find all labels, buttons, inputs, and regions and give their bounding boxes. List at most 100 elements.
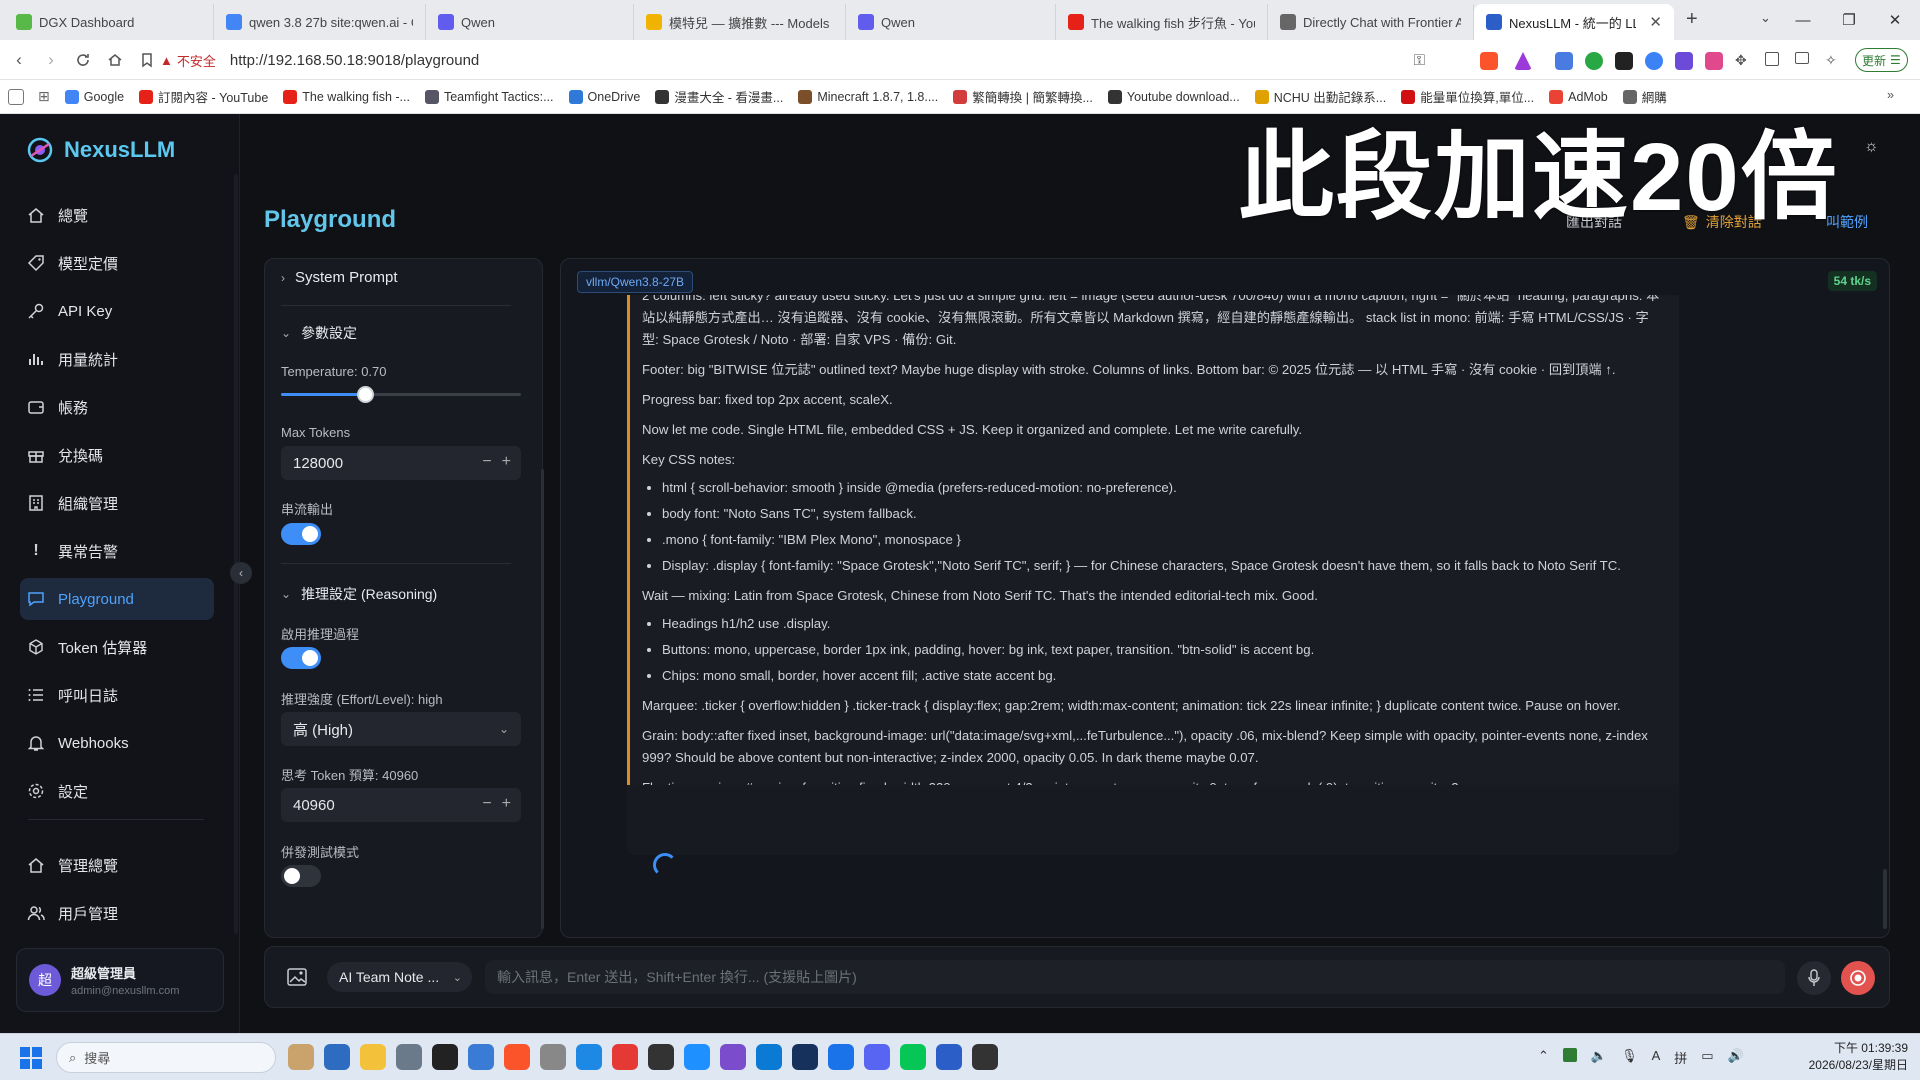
extension-icon-3[interactable] (1615, 52, 1633, 70)
network-icon[interactable]: ▭ (1701, 1048, 1713, 1067)
taskbar-search[interactable]: ⌕ 搜尋 (56, 1042, 276, 1073)
bookmark-item[interactable]: 能量單位換算,單位... (1401, 87, 1534, 106)
browser-tab[interactable]: The walking fish 步行魚 - You (1056, 4, 1268, 40)
taskbar-app-icon[interactable] (720, 1044, 746, 1070)
bookmark-item[interactable]: OneDrive (568, 89, 640, 104)
sidebar-item-org-management[interactable]: 組織管理 (20, 482, 214, 524)
taskbar-app-icon[interactable] (756, 1044, 782, 1070)
template-select[interactable]: AI Team Note ... ⌄ (327, 962, 472, 992)
apps-grid-icon[interactable]: ⊞ (38, 88, 50, 105)
system-prompt-toggle[interactable]: › System Prompt (281, 269, 398, 286)
browser-tab[interactable]: NexusLLM - 統一的 LLM✕ (1474, 4, 1674, 40)
chat-scrollbar[interactable] (1883, 869, 1887, 929)
forward-icon[interactable]: › (38, 47, 64, 73)
effort-select[interactable]: 高 (High) ⌄ (281, 712, 521, 746)
browser-tab[interactable]: Qwen (846, 4, 1056, 40)
taskbar-app-icon[interactable] (360, 1044, 386, 1070)
sidebar-item-token-estimator[interactable]: Token 估算器 (20, 626, 214, 668)
back-icon[interactable]: ‹ (6, 47, 32, 73)
sidebar-scrollbar[interactable] (234, 174, 238, 934)
brand[interactable]: NexusLLM (26, 136, 175, 164)
sidebar-item-webhooks[interactable]: Webhooks (20, 722, 214, 764)
tab-groups-icon[interactable] (8, 88, 24, 105)
settings-scrollbar[interactable] (541, 469, 544, 929)
max-tokens-input[interactable]: 128000 − + (281, 446, 521, 480)
decrement-button[interactable]: − (482, 795, 491, 813)
bookmark-item[interactable]: 繁簡轉換 | 簡繁轉換... (953, 87, 1093, 106)
chevron-up-icon[interactable]: ⌃ (1538, 1048, 1549, 1067)
security-warning[interactable]: ▲ 不安全 (160, 51, 216, 70)
speaker-icon[interactable]: 🔈 (1591, 1048, 1607, 1067)
browser-tab[interactable]: qwen 3.8 27b site:qwen.ai - G (214, 4, 426, 40)
sidebar-item-model-pricing[interactable]: 模型定價 (20, 242, 214, 284)
sidebar-item-call-logs[interactable]: 呼叫日誌 (20, 674, 214, 716)
bookmark-item[interactable]: NCHU 出勤記錄系... (1254, 87, 1386, 106)
clock[interactable]: 下午 01:39:39 2026/08/23/星期日 (1809, 1040, 1908, 1074)
concurrent-toggle[interactable] (281, 865, 321, 887)
reasoning-toggle[interactable] (281, 647, 321, 669)
params-section-toggle[interactable]: ⌄ 參數設定 (281, 323, 357, 343)
volume-icon[interactable]: 🔊 (1728, 1048, 1744, 1067)
taskbar-app-icon[interactable] (936, 1044, 962, 1070)
key-icon[interactable]: ⚿ (1414, 52, 1425, 69)
reasoning-section-toggle[interactable]: ⌄ 推理設定 (Reasoning) (281, 584, 437, 604)
taskbar-app-icon[interactable] (684, 1044, 710, 1070)
taskbar-app-icon[interactable] (288, 1044, 314, 1070)
image-upload-icon[interactable] (287, 968, 307, 986)
extension-icon-4[interactable] (1645, 52, 1663, 70)
brave-rewards-icon[interactable] (1514, 52, 1532, 70)
more-bookmarks-icon[interactable]: » (1887, 88, 1894, 102)
ime-mode-icon[interactable]: 拼 (1674, 1048, 1687, 1067)
bookmark-item[interactable]: Teamfight Tactics:... (424, 89, 554, 104)
bookmark-item[interactable]: AdMob (1549, 89, 1608, 104)
restore-button[interactable]: ❐ (1826, 0, 1872, 40)
translate-extension-icon[interactable] (1555, 52, 1573, 70)
browser-tab[interactable]: 模特兒 — 擴推數 --- Models - (634, 4, 846, 40)
sidebar-toggle-icon[interactable] (1765, 52, 1779, 66)
extensions-puzzle-icon[interactable]: ✥ (1735, 52, 1753, 70)
wallet-icon[interactable] (1795, 52, 1809, 64)
increment-button[interactable]: + (502, 795, 511, 813)
taskbar-app-icon[interactable] (828, 1044, 854, 1070)
update-button[interactable]: 更新 ☰ (1855, 48, 1908, 72)
temperature-slider[interactable] (281, 386, 521, 403)
ime-icon[interactable]: A (1652, 1048, 1661, 1067)
reload-icon[interactable] (70, 47, 96, 73)
stop-generation-button[interactable] (1841, 961, 1875, 995)
taskbar-app-icon[interactable] (396, 1044, 422, 1070)
windows-start-icon[interactable] (20, 1047, 42, 1069)
theme-toggle-icon[interactable]: ☼ (1864, 138, 1879, 156)
url-text[interactable]: http://192.168.50.18:9018/playground (230, 52, 479, 69)
taskbar-app-icon[interactable] (864, 1044, 890, 1070)
tab-search-button[interactable]: ⌄ (1760, 10, 1771, 26)
bookmark-icon[interactable] (134, 47, 160, 73)
bookmark-item[interactable]: Youtube download... (1107, 89, 1240, 104)
sidebar-item-alerts[interactable]: ! 異常告警 (20, 530, 214, 572)
taskbar-app-icon[interactable] (504, 1044, 530, 1070)
sidebar-item-admin-overview[interactable]: 管理總覽 (20, 844, 214, 886)
shield-extension-icon[interactable] (1585, 52, 1603, 70)
sidebar-item-usage-stats[interactable]: 用量統計 (20, 338, 214, 380)
taskbar-app-icon[interactable] (612, 1044, 638, 1070)
bookmark-item[interactable]: 漫畫大全 - 看漫畫... (655, 87, 783, 106)
taskbar-app-icon[interactable] (540, 1044, 566, 1070)
increment-button[interactable]: + (502, 453, 511, 471)
sidebar-item-api-key[interactable]: API Key (20, 290, 214, 332)
close-window-button[interactable]: ✕ (1872, 0, 1918, 40)
sidebar-item-playground[interactable]: Playground (20, 578, 214, 620)
browser-tab[interactable]: Directly Chat with Frontier A (1268, 4, 1474, 40)
sidebar-item-redeem-code[interactable]: 兌換碼 (20, 434, 214, 476)
bookmark-item[interactable]: 網購 (1622, 87, 1667, 106)
temperature-slider-thumb[interactable] (357, 386, 374, 403)
minimize-button[interactable]: — (1780, 0, 1826, 40)
budget-input[interactable]: 40960 − + (281, 788, 521, 822)
sidebar-item-overview[interactable]: 總覽 (20, 194, 214, 236)
taskbar-app-icon[interactable] (576, 1044, 602, 1070)
decrement-button[interactable]: − (482, 453, 491, 471)
stream-toggle[interactable] (281, 523, 321, 545)
taskbar-app-icon[interactable] (972, 1044, 998, 1070)
address-bar[interactable]: ▲ 不安全 http://192.168.50.18:9018/playgroun… (160, 45, 1425, 75)
home-icon[interactable] (102, 47, 128, 73)
taskbar-app-icon[interactable] (432, 1044, 458, 1070)
microphone-icon[interactable]: 🎙 (1621, 1048, 1638, 1067)
